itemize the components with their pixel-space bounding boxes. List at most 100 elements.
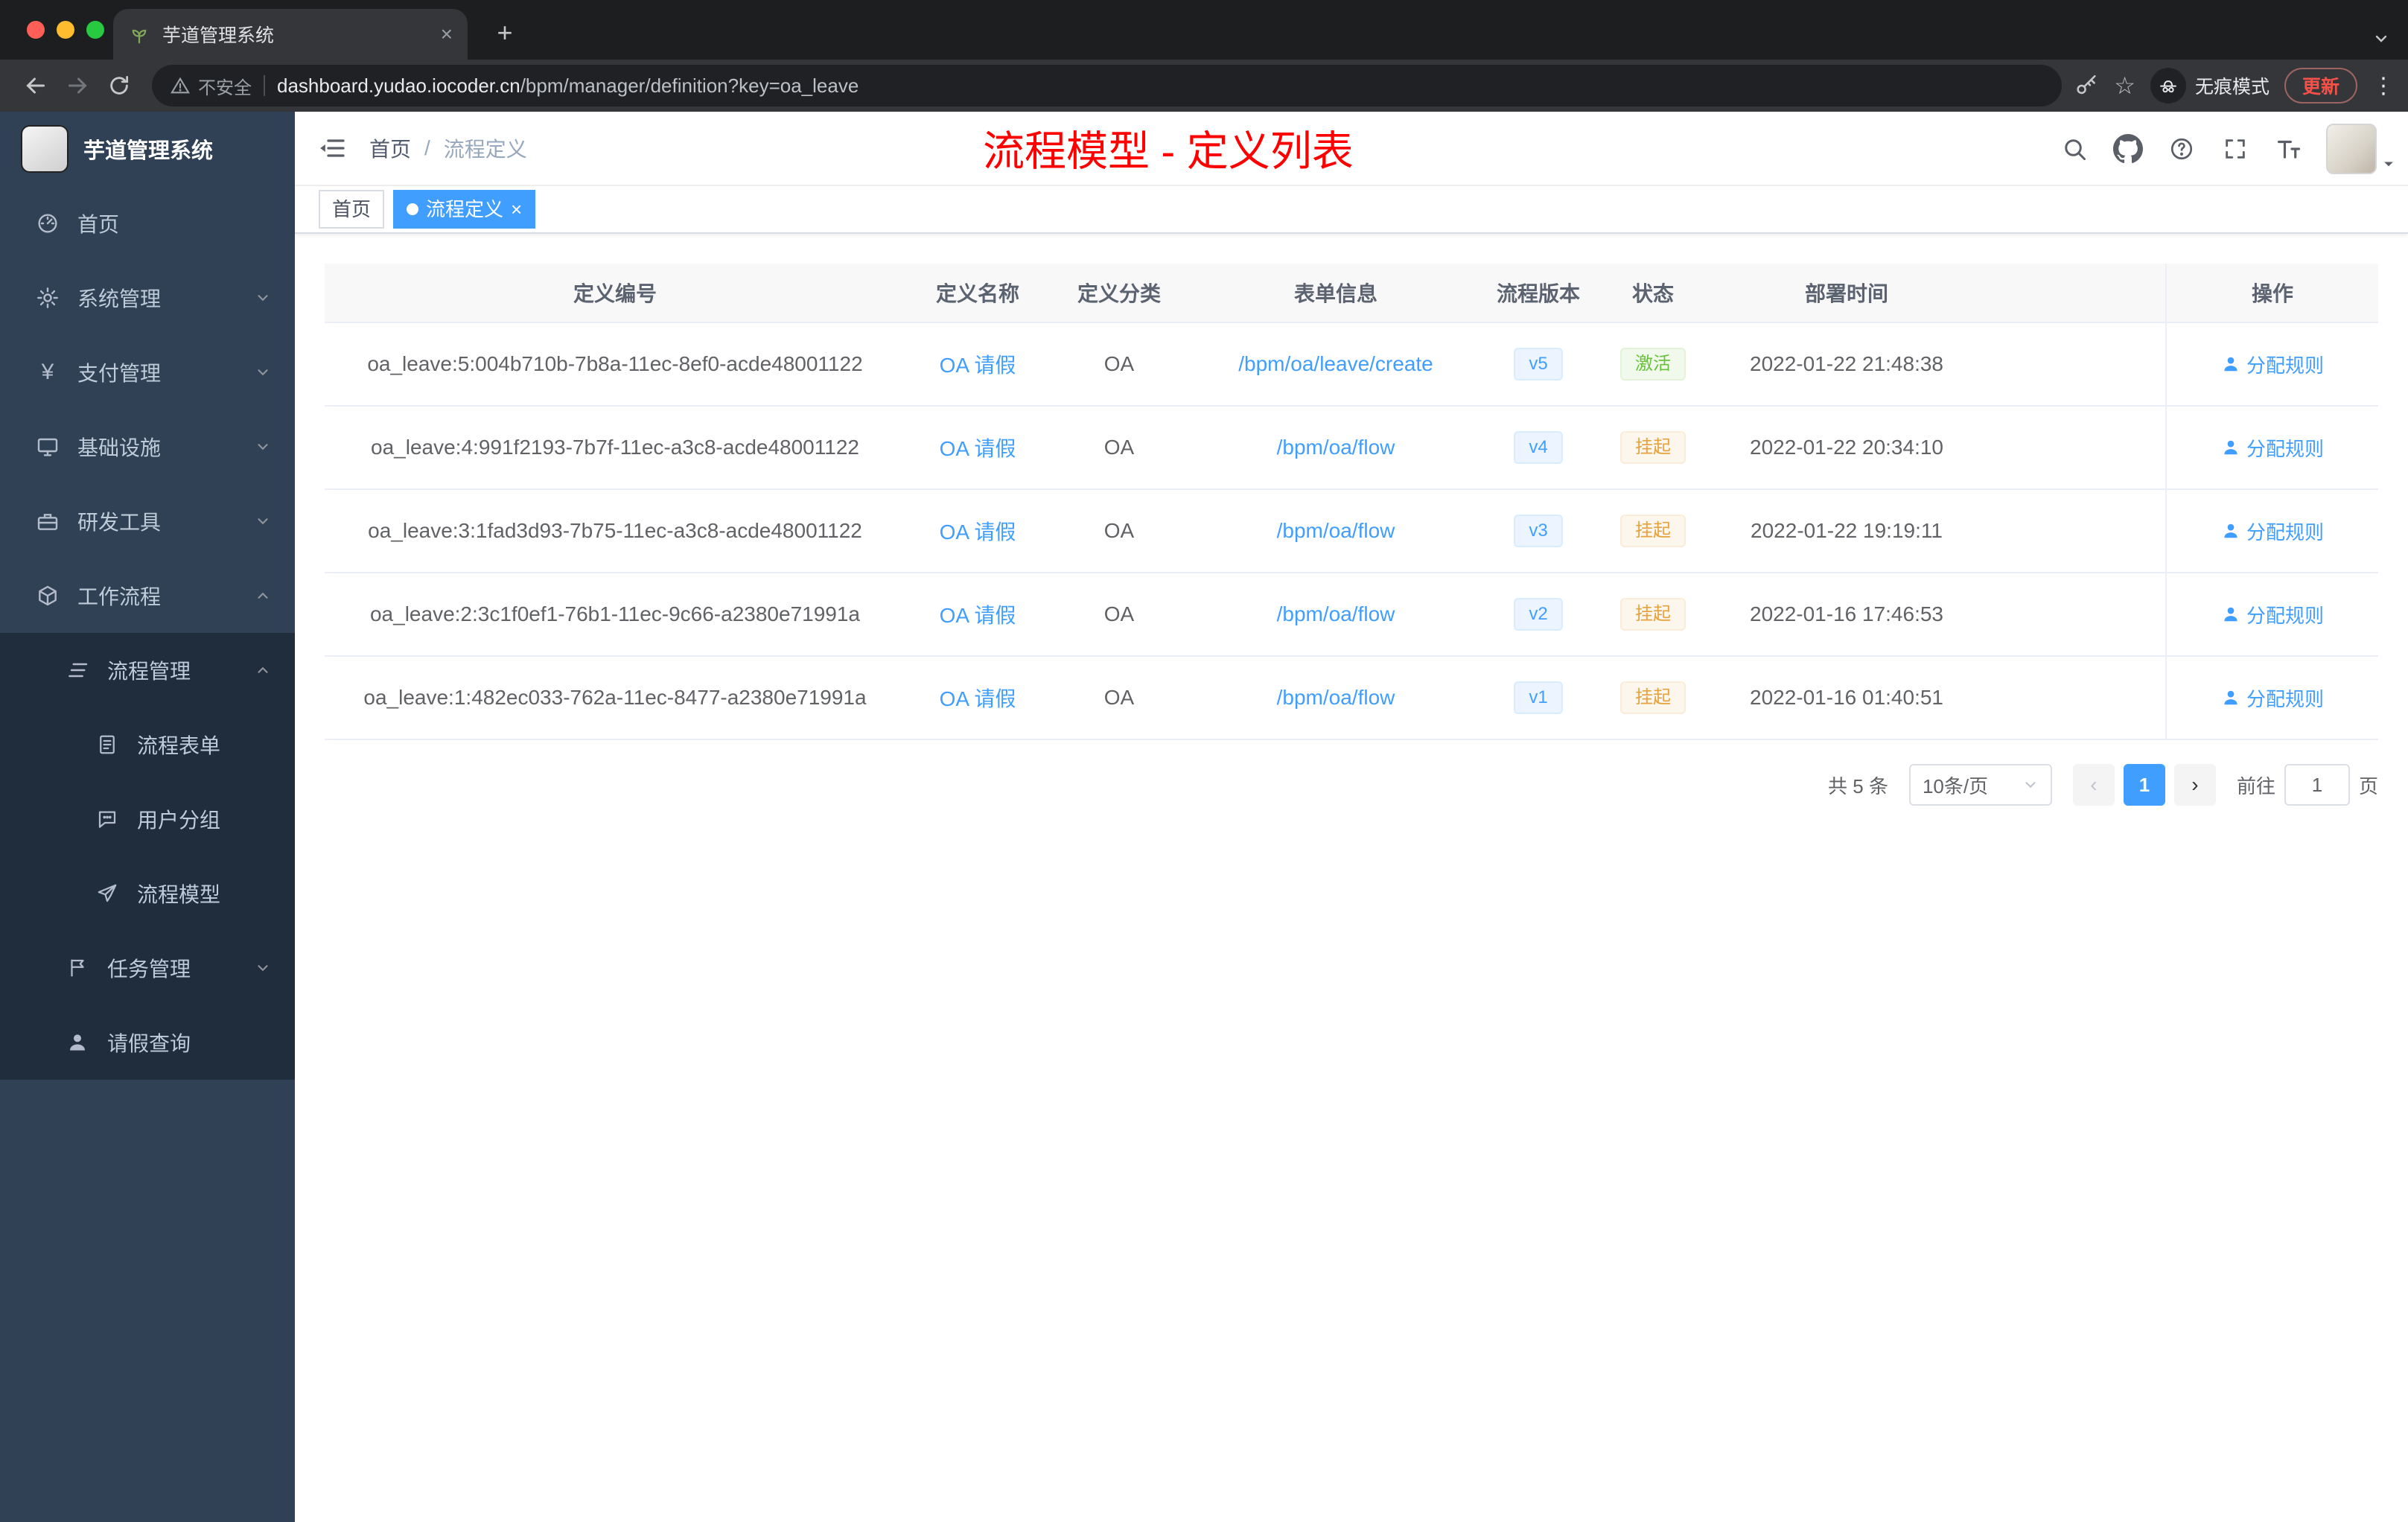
tab-search-chevron-icon[interactable] xyxy=(2372,30,2390,48)
page-annotation-title: 流程模型 - 定义列表 xyxy=(983,127,1354,175)
chevron-down-icon xyxy=(255,439,271,455)
toolbox-icon xyxy=(33,509,63,533)
table-row: oa_leave:3:1fad3d93-7b75-11ec-a3c8-acde4… xyxy=(325,490,2378,573)
prev-page-button[interactable]: ‹ xyxy=(2072,764,2115,806)
tag-label: 首页 xyxy=(332,198,372,220)
next-page-button[interactable]: › xyxy=(2173,764,2216,806)
breadcrumb-home[interactable]: 首页 xyxy=(369,133,411,163)
sidebar-item-label: 研发工具 xyxy=(77,511,162,534)
person-icon xyxy=(2224,607,2237,622)
page-size-select[interactable]: 10条/页 xyxy=(1908,764,2052,806)
sidebar-item-infrastructure[interactable]: 基础设施 xyxy=(0,410,295,484)
sidebar-logo[interactable]: 芋道管理系统 xyxy=(0,112,295,186)
col-header: 定义分类 xyxy=(1077,282,1161,305)
browser-tab[interactable]: 芋道管理系统 × xyxy=(113,9,468,60)
tag-process-definition[interactable]: 流程定义 × xyxy=(393,190,536,229)
form-link[interactable]: /bpm/oa/flow xyxy=(1277,602,1395,625)
chrome-tab-strip: 芋道管理系统 × + xyxy=(0,0,2408,60)
bookmark-star-icon[interactable]: ☆ xyxy=(2114,71,2135,100)
tag-home[interactable]: 首页 xyxy=(319,190,385,229)
tab-title: 芋道管理系统 xyxy=(162,25,275,46)
form-link[interactable]: /bpm/oa/flow xyxy=(1277,519,1395,542)
sidebar-item-payment[interactable]: ¥ 支付管理 xyxy=(0,335,295,410)
user-menu[interactable] xyxy=(2326,124,2396,174)
person-icon xyxy=(2224,357,2237,372)
help-icon[interactable] xyxy=(2159,127,2204,171)
sidebar-collapse-icon[interactable] xyxy=(295,133,369,163)
password-key-icon[interactable] xyxy=(2074,73,2099,98)
assign-rule-button[interactable]: 分配规则 xyxy=(2221,601,2324,628)
new-tab-button[interactable]: + xyxy=(485,13,524,52)
list-icon xyxy=(63,658,92,682)
sidebar-item-user-group[interactable]: 用户分组 xyxy=(0,782,295,856)
forward-button[interactable] xyxy=(57,65,98,106)
deploy-time: 2022-01-16 17:46:53 xyxy=(1750,602,1943,625)
definition-category: OA xyxy=(1103,519,1135,542)
github-icon[interactable] xyxy=(2106,127,2150,171)
sidebar-item-label: 请假查询 xyxy=(107,1032,191,1055)
tag-close-icon[interactable]: × xyxy=(511,200,522,219)
minimize-window-button[interactable] xyxy=(57,21,74,39)
pagination: 共 5 条 10条/页 ‹ 1 › 前往 页 xyxy=(325,764,2378,806)
assign-rule-button[interactable]: 分配规则 xyxy=(2221,351,2324,378)
tab-close-icon[interactable]: × xyxy=(441,24,453,45)
sidebar-item-label: 首页 xyxy=(77,213,120,236)
chrome-menu-kebab-icon[interactable]: ⋮ xyxy=(2372,73,2395,99)
sidebar-item-home[interactable]: 首页 xyxy=(0,186,295,261)
maximize-window-button[interactable] xyxy=(86,21,104,39)
sidebar-item-devtools[interactable]: 研发工具 xyxy=(0,484,295,558)
table-header-row: 定义编号 定义名称 定义分类 表单信息 流程版本 状态 部署时间 操作 xyxy=(325,264,2378,323)
navbar-actions xyxy=(2052,112,2396,186)
tab-favicon-plant-icon xyxy=(132,29,147,44)
sidebar-item-process-model[interactable]: 流程模型 xyxy=(0,856,295,931)
definition-name-link[interactable]: OA 请假 xyxy=(940,354,1016,377)
assign-rule-button[interactable]: 分配规则 xyxy=(2221,434,2324,462)
status-badge: 激活 xyxy=(1620,348,1686,380)
form-link[interactable]: /bpm/oa/leave/create xyxy=(1238,352,1433,375)
form-link[interactable]: /bpm/oa/flow xyxy=(1277,436,1395,459)
goto-label: 前往 xyxy=(2236,774,2275,797)
close-window-button[interactable] xyxy=(27,21,45,39)
sidebar-item-label: 基础设施 xyxy=(77,436,162,459)
cube-icon xyxy=(33,584,63,608)
incognito-badge[interactable]: 无痕模式 xyxy=(2150,68,2270,104)
font-size-icon[interactable] xyxy=(2267,127,2311,171)
window-controls xyxy=(27,21,104,39)
gear-icon xyxy=(33,286,63,310)
sidebar-item-process-management[interactable]: 流程管理 xyxy=(0,633,295,707)
security-chip[interactable]: 不安全 xyxy=(170,73,252,99)
definition-table: 定义编号 定义名称 定义分类 表单信息 流程版本 状态 部署时间 操作 oa_l… xyxy=(325,264,2378,740)
chrome-update-button[interactable]: 更新 xyxy=(2284,68,2357,104)
chevron-up-icon xyxy=(255,588,271,604)
assign-rule-button[interactable]: 分配规则 xyxy=(2221,518,2324,545)
current-page-button[interactable]: 1 xyxy=(2123,764,2165,806)
sidebar-item-label: 系统管理 xyxy=(77,287,162,311)
col-header: 表单信息 xyxy=(1293,282,1377,305)
definition-category: OA xyxy=(1103,436,1135,459)
definition-category: OA xyxy=(1103,686,1135,709)
divider xyxy=(264,75,265,96)
reload-button[interactable] xyxy=(98,65,140,106)
page-unit-label: 页 xyxy=(2358,774,2378,797)
search-icon[interactable] xyxy=(2052,127,2097,171)
back-button[interactable] xyxy=(15,65,57,106)
form-link[interactable]: /bpm/oa/flow xyxy=(1277,686,1395,709)
sidebar-item-system[interactable]: 系统管理 xyxy=(0,261,295,335)
definition-name-link[interactable]: OA 请假 xyxy=(940,687,1016,710)
avatar xyxy=(2326,124,2377,174)
chevron-down-icon xyxy=(255,960,271,976)
definition-name-link[interactable]: OA 请假 xyxy=(940,520,1016,544)
col-header: 定义名称 xyxy=(935,282,1019,305)
sidebar-item-workflow[interactable]: 工作流程 xyxy=(0,558,295,633)
definition-name-link[interactable]: OA 请假 xyxy=(940,437,1016,460)
definition-name-link[interactable]: OA 请假 xyxy=(940,604,1016,627)
browser-window: 芋道管理系统 × + 不安全 dashboard.yudao.iocoder.c… xyxy=(0,0,2408,1522)
fullscreen-icon[interactable] xyxy=(2213,127,2258,171)
person-icon xyxy=(2224,440,2237,455)
sidebar-item-process-form[interactable]: 流程表单 xyxy=(0,707,295,782)
assign-rule-button[interactable]: 分配规则 xyxy=(2221,684,2324,712)
page-goto-input[interactable] xyxy=(2284,764,2350,806)
address-bar[interactable]: 不安全 dashboard.yudao.iocoder.cn/bpm/manag… xyxy=(152,65,2063,106)
sidebar-item-task-management[interactable]: 任务管理 xyxy=(0,931,295,1005)
sidebar-item-leave-query[interactable]: 请假查询 xyxy=(0,1005,295,1080)
